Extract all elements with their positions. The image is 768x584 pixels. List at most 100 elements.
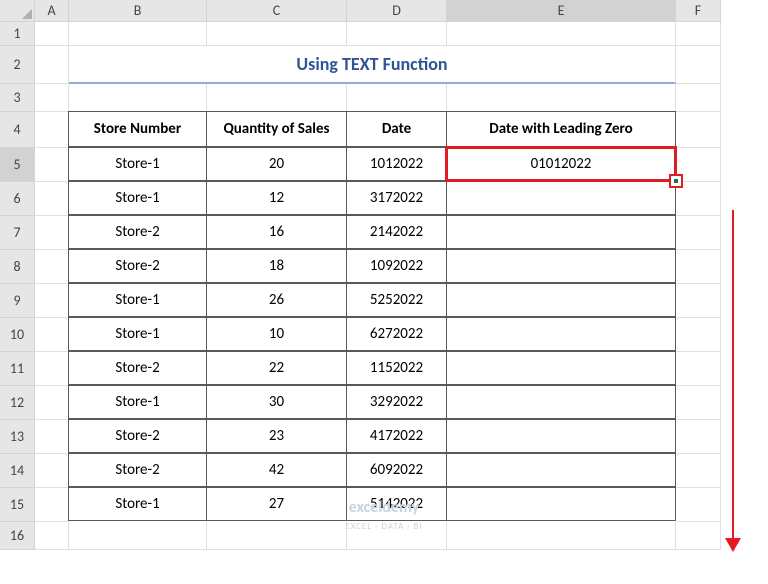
cell-C6[interactable]: 12 [206, 181, 347, 215]
select-all-corner[interactable] [0, 0, 35, 22]
cell-D3[interactable] [347, 84, 447, 112]
cell-B9[interactable]: Store-1 [68, 283, 207, 317]
cell-D13[interactable]: 4172022 [346, 419, 447, 453]
cell-E7[interactable] [446, 215, 676, 249]
row-header-1[interactable]: 1 [0, 22, 35, 46]
cell-E13[interactable] [446, 419, 676, 453]
cell-C11[interactable]: 22 [206, 351, 347, 385]
cell-A8[interactable] [35, 250, 69, 284]
cell-F14[interactable] [676, 454, 721, 488]
cell-C12[interactable]: 30 [206, 385, 347, 419]
cell-F8[interactable] [676, 250, 721, 284]
cell-E15[interactable] [446, 487, 676, 521]
col-header-D[interactable]: D [347, 0, 447, 22]
cell-C15[interactable]: 27 [206, 487, 347, 521]
cell-F3[interactable] [676, 84, 721, 112]
row-header-16[interactable]: 16 [0, 522, 35, 550]
cell-A2[interactable] [35, 46, 69, 84]
cell-D8[interactable]: 1092022 [346, 249, 447, 283]
cell-F2[interactable] [676, 46, 721, 84]
cell-B8[interactable]: Store-2 [68, 249, 207, 283]
row-header-4[interactable]: 4 [0, 112, 35, 148]
cell-D5[interactable]: 1012022 [346, 147, 447, 181]
cell-E5[interactable]: 01012022 [446, 147, 676, 181]
cell-F12[interactable] [676, 386, 721, 420]
cell-E14[interactable] [446, 453, 676, 487]
row-header-15[interactable]: 15 [0, 488, 35, 522]
cell-A16[interactable] [35, 522, 69, 550]
cell-E11[interactable] [446, 351, 676, 385]
cell-E16[interactable] [447, 522, 676, 550]
cell-E8[interactable] [446, 249, 676, 283]
cell-B12[interactable]: Store-1 [68, 385, 207, 419]
title-cell[interactable]: Using TEXT Function [69, 46, 676, 84]
cell-D6[interactable]: 3172022 [346, 181, 447, 215]
cell-B3[interactable] [69, 84, 207, 112]
cell-E1[interactable] [447, 22, 676, 46]
cell-A10[interactable] [35, 318, 69, 352]
cell-E10[interactable] [446, 317, 676, 351]
cell-B11[interactable]: Store-2 [68, 351, 207, 385]
cell-A4[interactable] [35, 112, 69, 148]
cell-C1[interactable] [207, 22, 347, 46]
cell-C3[interactable] [207, 84, 347, 112]
cell-D15[interactable]: 5142022 [346, 487, 447, 521]
cell-D10[interactable]: 6272022 [346, 317, 447, 351]
cell-C5[interactable]: 20 [206, 147, 347, 181]
cell-B5[interactable]: Store-1 [68, 147, 207, 181]
cell-C9[interactable]: 26 [206, 283, 347, 317]
col-header-A[interactable]: A [35, 0, 69, 22]
cell-F16[interactable] [676, 522, 721, 550]
cell-C8[interactable]: 18 [206, 249, 347, 283]
row-header-8[interactable]: 8 [0, 250, 35, 284]
row-header-13[interactable]: 13 [0, 420, 35, 454]
cell-E6[interactable] [446, 181, 676, 215]
cell-C10[interactable]: 10 [206, 317, 347, 351]
header-store[interactable]: Store Number [68, 111, 207, 147]
cell-F4[interactable] [676, 112, 721, 148]
cell-A7[interactable] [35, 216, 69, 250]
row-header-9[interactable]: 9 [0, 284, 35, 318]
cell-B10[interactable]: Store-1 [68, 317, 207, 351]
cell-A6[interactable] [35, 182, 69, 216]
cell-D12[interactable]: 3292022 [346, 385, 447, 419]
cell-F7[interactable] [676, 216, 721, 250]
cell-A14[interactable] [35, 454, 69, 488]
header-qty[interactable]: Quantity of Sales [206, 111, 347, 147]
cell-B14[interactable]: Store-2 [68, 453, 207, 487]
cell-C7[interactable]: 16 [206, 215, 347, 249]
row-header-10[interactable]: 10 [0, 318, 35, 352]
col-header-C[interactable]: C [207, 0, 347, 22]
cell-E9[interactable] [446, 283, 676, 317]
cell-A11[interactable] [35, 352, 69, 386]
cell-B7[interactable]: Store-2 [68, 215, 207, 249]
row-header-7[interactable]: 7 [0, 216, 35, 250]
cell-C16[interactable] [207, 522, 347, 550]
cell-D16[interactable] [347, 522, 447, 550]
cell-C14[interactable]: 42 [206, 453, 347, 487]
cell-B16[interactable] [69, 522, 207, 550]
row-header-2[interactable]: 2 [0, 46, 35, 84]
cell-E3[interactable] [447, 84, 676, 112]
row-header-3[interactable]: 3 [0, 84, 35, 112]
cell-F1[interactable] [676, 22, 721, 46]
cell-A1[interactable] [35, 22, 69, 46]
col-header-E[interactable]: E [447, 0, 676, 22]
cell-D1[interactable] [347, 22, 447, 46]
cell-B13[interactable]: Store-2 [68, 419, 207, 453]
row-header-14[interactable]: 14 [0, 454, 35, 488]
header-leading[interactable]: Date with Leading Zero [446, 111, 676, 147]
cell-F11[interactable] [676, 352, 721, 386]
row-header-6[interactable]: 6 [0, 182, 35, 216]
cell-D11[interactable]: 1152022 [346, 351, 447, 385]
row-header-11[interactable]: 11 [0, 352, 35, 386]
cell-F13[interactable] [676, 420, 721, 454]
header-date[interactable]: Date [346, 111, 447, 147]
fill-handle[interactable] [669, 174, 683, 188]
cell-F9[interactable] [676, 284, 721, 318]
cell-E12[interactable] [446, 385, 676, 419]
cell-A3[interactable] [35, 84, 69, 112]
cell-B15[interactable]: Store-1 [68, 487, 207, 521]
cell-A12[interactable] [35, 386, 69, 420]
cell-F10[interactable] [676, 318, 721, 352]
